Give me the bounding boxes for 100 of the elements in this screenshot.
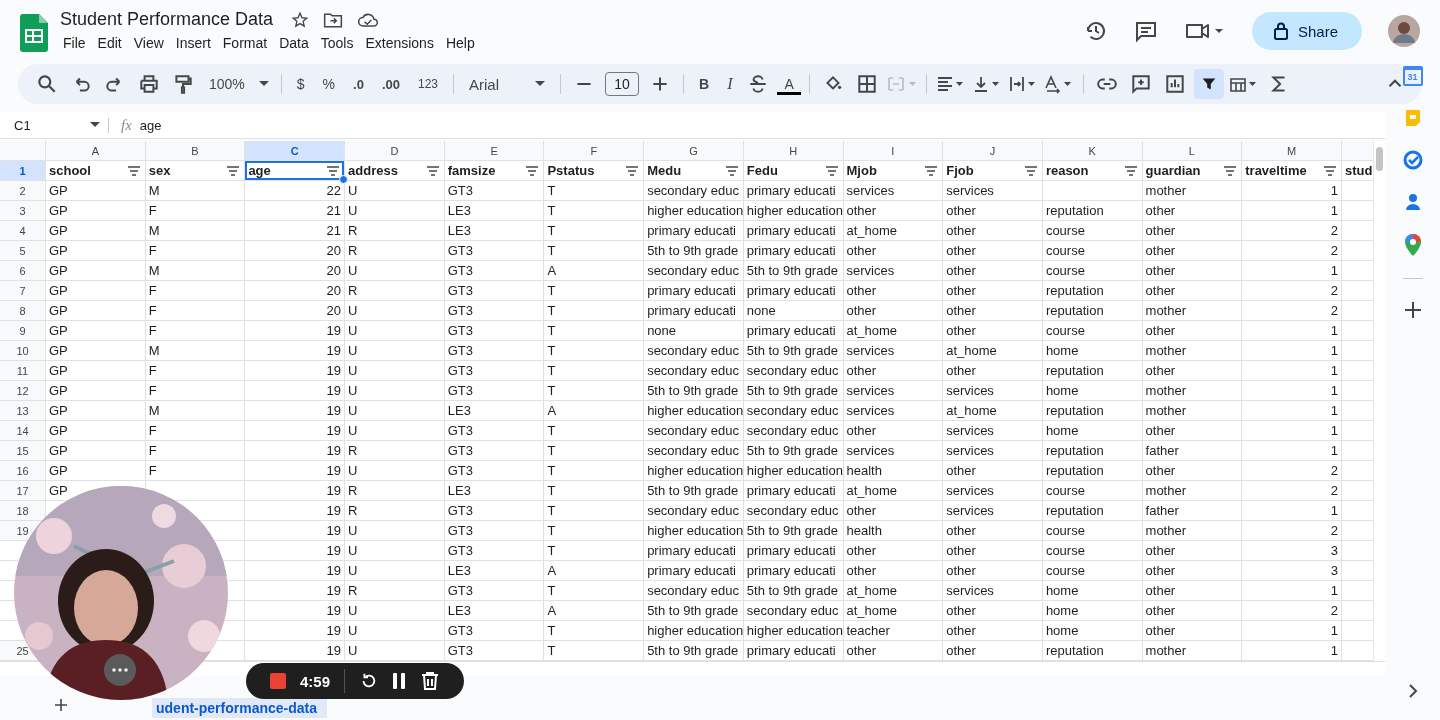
share-button[interactable]: Share (1251, 12, 1362, 50)
sheets-logo-icon[interactable] (20, 14, 48, 52)
row-number[interactable]: 13 (16, 404, 29, 417)
filter-icon[interactable] (1124, 165, 1137, 176)
table-cell: other (1142, 261, 1243, 281)
sheet-tab[interactable]: udent-performance-data (152, 698, 328, 718)
column-letter[interactable]: D (345, 141, 445, 161)
scrollbar-thumb[interactable] (1376, 147, 1383, 171)
column-letter[interactable]: E (444, 141, 545, 161)
star-icon[interactable] (291, 10, 310, 29)
menu-item[interactable]: View (128, 33, 169, 53)
filter-icon[interactable] (127, 165, 140, 176)
map-pin-icon[interactable] (1404, 234, 1421, 256)
row-number[interactable]: 15 (16, 444, 29, 457)
menu-item[interactable]: Edit (92, 33, 127, 53)
table-cell: services (843, 181, 944, 201)
row-number[interactable]: 25 (16, 644, 29, 657)
font-size-field[interactable]: 10 (605, 72, 639, 96)
filter-icon[interactable] (426, 165, 439, 176)
filter-icon[interactable] (626, 165, 639, 176)
filter-icon[interactable] (825, 165, 838, 176)
row-number[interactable]: 3 (19, 204, 26, 217)
menu-item[interactable]: Insert (170, 33, 216, 53)
filter-icon[interactable] (1323, 165, 1336, 176)
table-cell: other (843, 541, 944, 561)
menu-item[interactable]: Extensions (360, 33, 439, 53)
cloud-icon[interactable] (357, 11, 380, 28)
filter-icon[interactable] (327, 165, 340, 176)
column-letter[interactable]: I (843, 141, 944, 161)
selection-handle[interactable] (339, 175, 349, 184)
table-cell: at_home (843, 581, 944, 601)
table-cell: higher education (644, 201, 744, 221)
column-letter[interactable]: J (943, 141, 1043, 161)
column-letter[interactable]: H (743, 141, 844, 161)
row-number[interactable]: 7 (19, 284, 26, 297)
column-letter[interactable]: A (46, 141, 146, 161)
row-number[interactable]: 2 (19, 184, 26, 197)
filter-icon[interactable] (227, 165, 240, 176)
row-number[interactable]: 8 (19, 304, 26, 317)
column-letter[interactable]: B (145, 141, 246, 161)
currency-button[interactable]: $ (289, 72, 312, 96)
row-number[interactable]: 19 (16, 524, 29, 537)
table-cell: 5th to 9th grade (644, 601, 744, 621)
column-header: school (49, 163, 91, 178)
zoom-select[interactable]: 100% (202, 72, 273, 96)
filter-button[interactable] (1193, 69, 1224, 99)
italic-button[interactable]: I (720, 71, 740, 97)
row-number[interactable]: 16 (16, 464, 29, 477)
menu-item[interactable]: Format (217, 33, 273, 53)
row-number[interactable]: 1 (19, 164, 26, 177)
table-cell: 1 (1242, 181, 1342, 201)
filter-icon[interactable] (526, 165, 539, 176)
avatar-icon[interactable] (1388, 15, 1420, 47)
row-number[interactable]: 11 (16, 364, 29, 377)
row-number[interactable]: 4 (19, 224, 26, 237)
menu-item[interactable]: Help (440, 33, 480, 53)
table-cell: home (1042, 621, 1143, 641)
row-number[interactable]: 10 (16, 344, 29, 357)
add-sheet-icon[interactable] (54, 698, 68, 712)
row-number[interactable]: 14 (16, 424, 29, 437)
number-format-button[interactable]: 123 (411, 73, 445, 95)
decrease-decimal-button[interactable]: .0 (346, 72, 371, 96)
table-cell: 5th to 9th grade (644, 381, 744, 401)
bold-button[interactable]: B (692, 72, 717, 96)
percent-button[interactable]: % (315, 72, 343, 96)
row-number[interactable]: 12 (16, 384, 29, 397)
function-label: fx (121, 116, 132, 134)
filter-icon[interactable] (725, 165, 738, 176)
menu-item[interactable]: Data (274, 33, 314, 53)
column-letter[interactable]: C (245, 141, 346, 161)
column-letter[interactable]: K (1042, 141, 1143, 161)
filter-icon[interactable] (1224, 165, 1237, 176)
table-cell: at_home (943, 401, 1043, 421)
plus-icon[interactable] (1403, 301, 1422, 319)
column-letter[interactable]: L (1142, 141, 1243, 161)
name-box[interactable]: C1 (0, 117, 109, 133)
menu-item[interactable]: File (58, 33, 91, 53)
column-letter[interactable]: G (644, 141, 744, 161)
increase-decimal-button[interactable]: .00 (374, 72, 407, 96)
trash-icon[interactable] (421, 671, 440, 691)
formula-field[interactable]: age (139, 117, 162, 133)
font-select[interactable]: Arial (462, 71, 552, 97)
column-letter[interactable]: F (544, 141, 645, 161)
chevron-right-icon[interactable] (1407, 684, 1418, 698)
filter-icon[interactable] (925, 165, 938, 176)
filter-icon[interactable] (1024, 165, 1037, 176)
folder-icon[interactable] (323, 10, 344, 29)
row-number[interactable]: 18 (16, 504, 29, 517)
row-number[interactable]: 5 (19, 244, 26, 257)
row-number[interactable]: 17 (16, 484, 29, 497)
column-letter[interactable]: M (1242, 141, 1342, 161)
document-title[interactable]: Student Performance Data (60, 9, 274, 30)
row-number[interactable]: 6 (19, 264, 26, 277)
table-cell: GP (46, 441, 146, 461)
tasks-icon[interactable] (1402, 150, 1423, 170)
pause-icon[interactable] (391, 672, 408, 690)
comment-icon[interactable] (1133, 19, 1158, 43)
menu-item[interactable]: Tools (315, 33, 359, 53)
row-number[interactable]: 9 (19, 324, 26, 337)
text-color-button[interactable]: A (777, 73, 801, 95)
